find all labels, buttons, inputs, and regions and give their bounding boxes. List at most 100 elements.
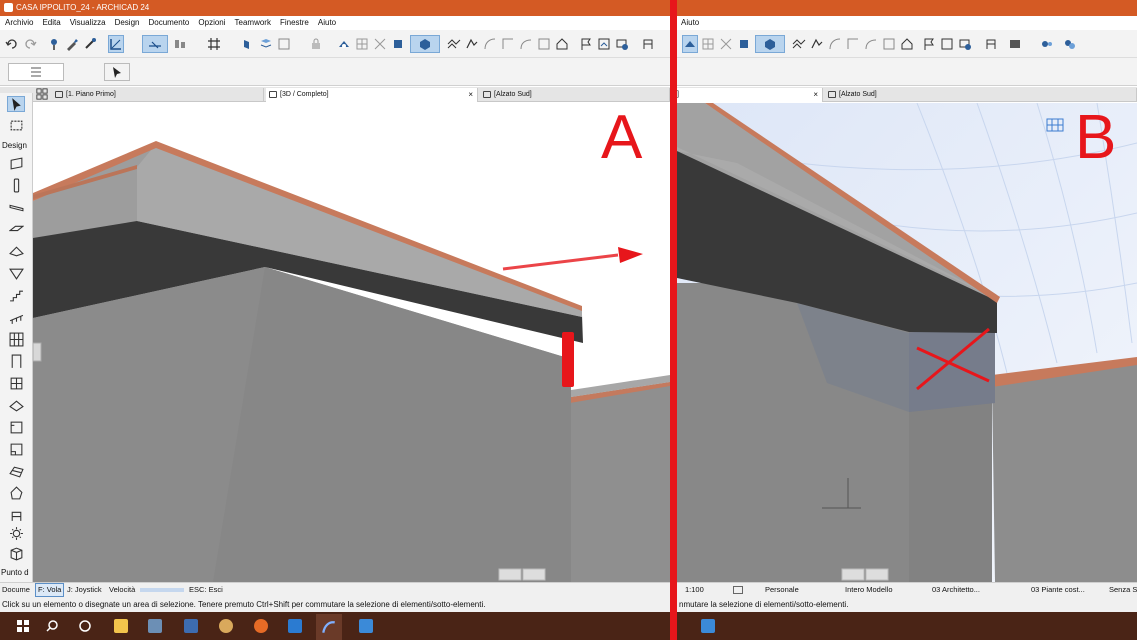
3d-viewport-a[interactable]: A xyxy=(33,103,670,582)
roof-tool-icon[interactable] xyxy=(7,243,25,259)
paint-icon[interactable] xyxy=(217,617,235,635)
3d-window-icon[interactable] xyxy=(240,35,256,53)
marquee-tool-icon[interactable] xyxy=(7,117,25,133)
menu-design[interactable]: Design xyxy=(115,16,140,30)
door-tool-icon[interactable] xyxy=(7,353,25,369)
close-icon[interactable]: × xyxy=(468,88,473,101)
layer-icon[interactable] xyxy=(258,35,274,53)
tab-piano-primo[interactable]: [1. Piano Primo] xyxy=(52,88,264,102)
menu-teamwork[interactable]: Teamwork xyxy=(235,16,271,30)
morph-tool-icon[interactable] xyxy=(7,485,25,501)
teamwork-icon[interactable] xyxy=(1039,35,1055,53)
roof-icon[interactable] xyxy=(554,35,570,53)
menu-aiuto[interactable]: Aiuto xyxy=(318,16,336,30)
speed-slider[interactable] xyxy=(140,588,184,592)
roof-icon[interactable] xyxy=(899,35,915,53)
notepad-icon[interactable] xyxy=(146,617,164,635)
slab-tool-icon[interactable] xyxy=(7,221,25,237)
align-icon[interactable] xyxy=(172,35,188,53)
publish-icon[interactable] xyxy=(614,35,630,53)
menu-finestre[interactable]: Finestre xyxy=(280,16,309,30)
menu-aiuto-b[interactable]: Aiuto xyxy=(681,16,699,30)
chair-icon[interactable] xyxy=(640,35,656,53)
object-tool-icon[interactable] xyxy=(7,419,25,435)
marker-icon[interactable] xyxy=(596,35,612,53)
grid-icon[interactable] xyxy=(206,35,222,53)
frame-icon[interactable] xyxy=(276,35,292,53)
inject-icon[interactable] xyxy=(82,35,98,53)
chair-icon[interactable] xyxy=(983,35,999,53)
tab-grid-icon[interactable] xyxy=(36,88,48,100)
bimcloud-icon[interactable] xyxy=(1061,35,1077,53)
menu-edita[interactable]: Edita xyxy=(42,16,60,30)
stair-tool-icon[interactable] xyxy=(7,287,25,303)
selection-icon[interactable] xyxy=(372,35,388,53)
3d-navigation-icon[interactable] xyxy=(336,35,352,53)
scale-dropdown[interactable]: 1:100 xyxy=(685,583,704,597)
mesh-tool-icon[interactable] xyxy=(7,463,25,479)
trim-icon[interactable] xyxy=(390,35,406,53)
tab-3d-completo[interactable]: [3D / Completo] × xyxy=(266,88,478,102)
file-explorer-icon[interactable] xyxy=(112,617,130,635)
marker-icon[interactable] xyxy=(939,35,955,53)
flag-icon[interactable] xyxy=(578,35,594,53)
3d-viewport-b[interactable]: B xyxy=(677,103,1137,582)
chair-object-icon[interactable] xyxy=(7,507,25,523)
guideline-icon[interactable] xyxy=(142,35,168,53)
calculator-icon[interactable] xyxy=(182,617,200,635)
section-icon[interactable] xyxy=(446,35,462,53)
menu-visualizza[interactable]: Visualizza xyxy=(70,16,106,30)
lamp-tool-icon[interactable] xyxy=(7,525,25,541)
search-icon[interactable] xyxy=(43,617,61,635)
remote-icon[interactable] xyxy=(286,617,304,635)
pen-set-dropdown[interactable]: Personale xyxy=(765,583,799,597)
elevation-icon[interactable] xyxy=(464,35,480,53)
arrow-mode-icon[interactable] xyxy=(104,63,130,81)
arc-icon[interactable] xyxy=(500,35,516,53)
layer-combo-icon[interactable] xyxy=(733,586,743,594)
archicad-icon[interactable] xyxy=(316,614,342,640)
bimx-icon[interactable] xyxy=(357,617,375,635)
eyedropper-icon[interactable] xyxy=(64,35,80,53)
firefox-icon[interactable] xyxy=(252,617,270,635)
element-settings-field[interactable] xyxy=(8,63,64,81)
arrow-tool-icon[interactable] xyxy=(7,96,25,112)
structure-dropdown[interactable]: Senza S xyxy=(1109,583,1137,597)
fillet-icon[interactable] xyxy=(863,35,879,53)
skylight-tool-icon[interactable] xyxy=(7,397,25,413)
split-icon[interactable] xyxy=(536,35,552,53)
railing-tool-icon[interactable] xyxy=(7,309,25,325)
pick-up-icon[interactable] xyxy=(46,35,62,53)
column-tool-icon[interactable] xyxy=(7,177,25,193)
flag-icon[interactable] xyxy=(921,35,937,53)
arc-icon[interactable] xyxy=(845,35,861,53)
beam-tool-icon[interactable] xyxy=(7,199,25,215)
selection-icon[interactable] xyxy=(718,35,734,53)
fillet-icon[interactable] xyxy=(518,35,534,53)
menu-archivio[interactable]: Archivio xyxy=(5,16,33,30)
lock-icon[interactable] xyxy=(308,35,324,53)
menu-opzioni[interactable]: Opzioni xyxy=(198,16,225,30)
fly-mode-button[interactable]: F: Vola xyxy=(35,583,65,597)
box-tool-icon[interactable] xyxy=(7,545,25,561)
trim-icon[interactable] xyxy=(736,35,752,53)
publish-icon[interactable] xyxy=(957,35,973,53)
curve-icon[interactable] xyxy=(482,35,498,53)
3d-navigation-icon[interactable] xyxy=(682,35,698,53)
menu-documento[interactable]: Documento xyxy=(148,16,189,30)
explode-icon[interactable] xyxy=(354,35,370,53)
redo-icon[interactable] xyxy=(22,35,38,53)
split-icon[interactable] xyxy=(881,35,897,53)
window-tool-icon[interactable] xyxy=(7,375,25,391)
tab-alzato-sud-b[interactable]: [Alzato Sud] xyxy=(825,88,1137,102)
shell-tool-icon[interactable] xyxy=(7,265,25,281)
curtain-wall-tool-icon[interactable] xyxy=(7,331,25,347)
model-view-dropdown[interactable]: Intero Modello xyxy=(845,583,893,597)
plan-type-dropdown[interactable]: 03 Piante cost... xyxy=(1031,583,1085,597)
zone-tool-icon[interactable] xyxy=(7,441,25,457)
bimx-icon[interactable] xyxy=(699,617,717,635)
joystick-mode-button[interactable]: J: Joystick xyxy=(67,583,102,597)
close-icon[interactable]: × xyxy=(813,88,818,101)
curve-icon[interactable] xyxy=(827,35,843,53)
layer-dropdown[interactable]: 03 Architetto... xyxy=(932,583,980,597)
